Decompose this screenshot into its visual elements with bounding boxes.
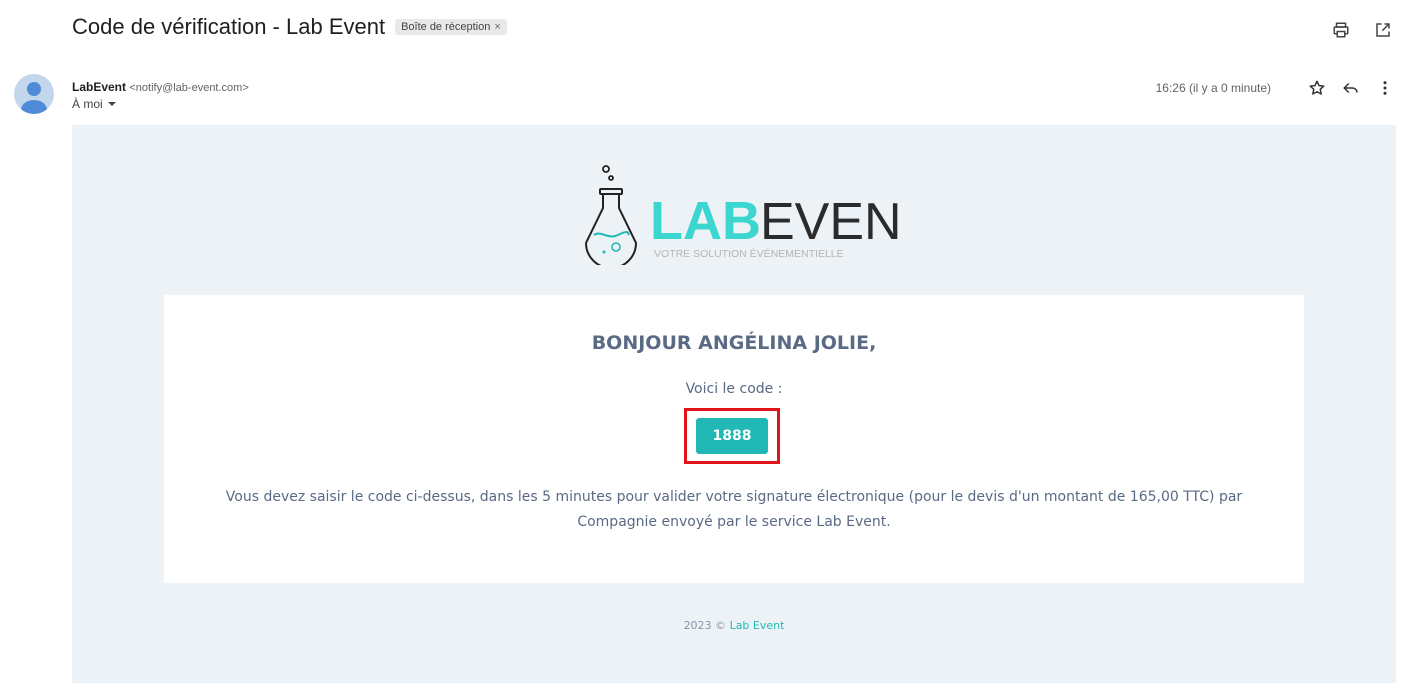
logo-tagline: VOTRE SOLUTION ÉVÉNEMENTIELLE — [654, 247, 844, 260]
sender-name: LabEvent — [72, 80, 127, 94]
logo-brand-light: EVENT — [760, 193, 900, 251]
open-in-new-icon[interactable] — [1373, 20, 1393, 40]
footer-copyright: 2023 © — [683, 619, 727, 632]
message-actions: 16:26 (il y a 0 minute) — [1156, 78, 1395, 98]
code-highlight-box: 1888 — [684, 408, 780, 464]
chevron-down-icon — [107, 102, 116, 106]
remove-label-button[interactable]: × — [494, 21, 500, 33]
message-timestamp: 16:26 (il y a 0 minute) — [1155, 81, 1271, 95]
recipient-label: À moi — [72, 97, 103, 111]
footer-lab-event-link[interactable]: Lab Event — [730, 619, 785, 632]
email-footer: 2023 © Lab Event — [72, 619, 1396, 632]
email-subject: Code de vérification - Lab Event — [72, 14, 386, 39]
email-header: Code de vérification - Lab Event Boîte d… — [72, 14, 507, 40]
sender-info: LabEvent <notify@lab-event.com> À moi — [72, 79, 249, 112]
verification-code-button[interactable]: 1888 — [696, 418, 768, 454]
star-icon[interactable] — [1307, 78, 1327, 98]
instructions-text: Vous devez saisir le code ci-dessus, dan… — [225, 489, 1243, 530]
email-top-actions — [1331, 20, 1393, 40]
message-card: BONJOUR ANGÉLINA JOLIE, Voici le code : … — [164, 295, 1304, 583]
inbox-label-chip[interactable]: Boîte de réception × — [395, 19, 507, 35]
more-options-icon[interactable] — [1375, 78, 1395, 98]
email-body: LAB EVENT VOTRE SOLUTION ÉVÉNEMENTIELLE … — [72, 125, 1396, 683]
intro-text: Voici le code : — [685, 381, 783, 397]
lab-event-logo: LAB EVENT VOTRE SOLUTION ÉVÉNEMENTIELLE — [584, 165, 900, 265]
recipient-dropdown[interactable]: À moi — [72, 96, 249, 112]
inbox-label-text: Boîte de réception — [401, 21, 491, 33]
flask-icon — [584, 165, 638, 265]
logo-brand-bold: LAB — [650, 191, 761, 251]
print-icon[interactable] — [1331, 20, 1351, 40]
greeting-heading: BONJOUR ANGÉLINA JOLIE, — [591, 332, 877, 354]
sender-email: <notify@lab-event.com> — [129, 82, 249, 94]
sender-avatar — [14, 74, 54, 114]
reply-icon[interactable] — [1341, 78, 1361, 98]
